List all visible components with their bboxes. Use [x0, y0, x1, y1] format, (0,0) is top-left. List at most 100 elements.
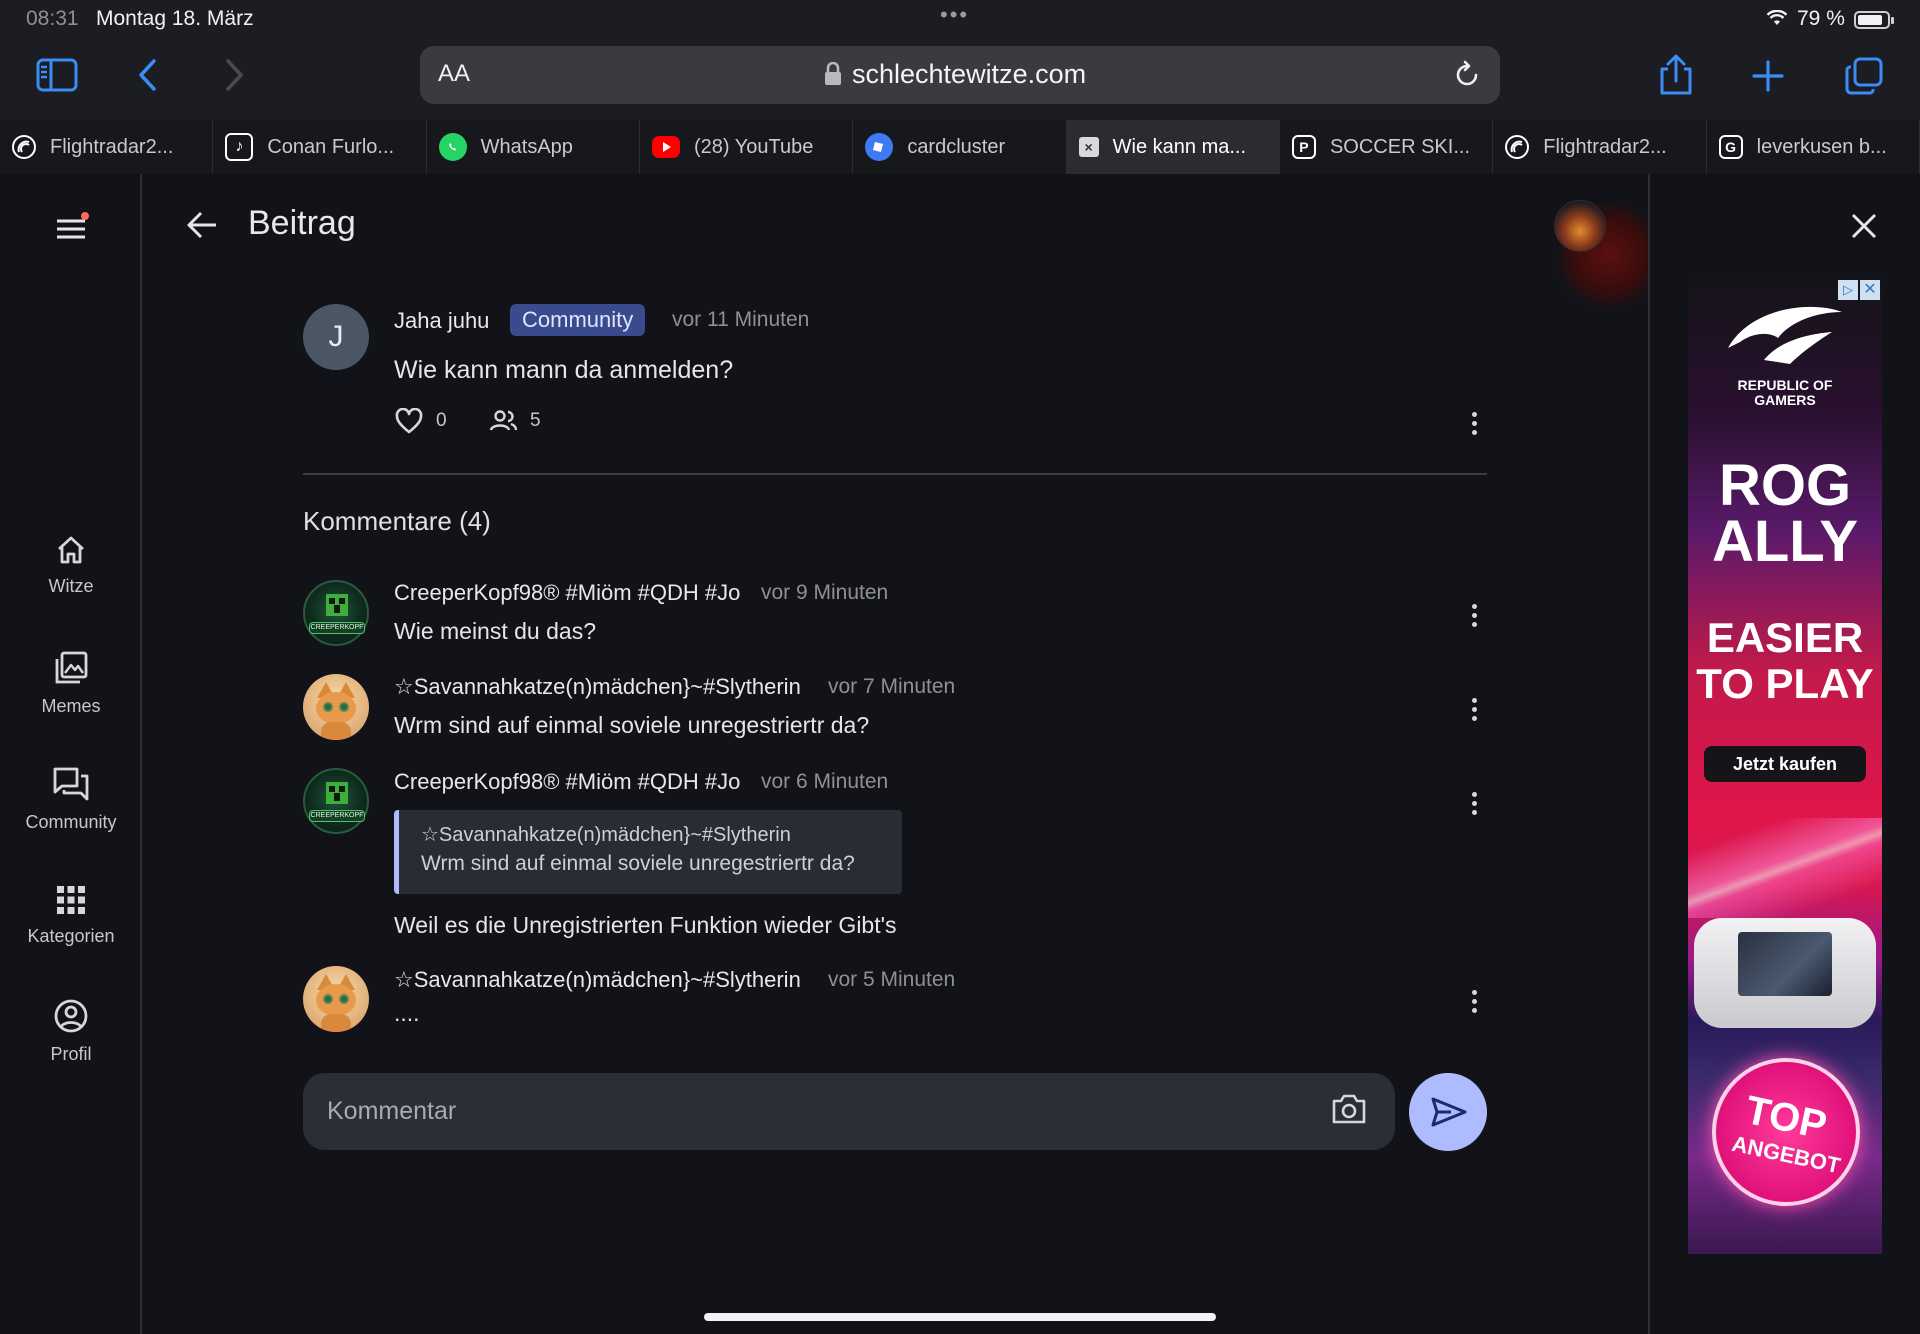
tab-overview-icon[interactable] — [1844, 56, 1884, 96]
main-content: Beitrag J Jaha juhu Community vor 11 Min… — [144, 174, 1664, 1334]
comment-more-icon[interactable] — [1472, 604, 1480, 631]
post-author-avatar[interactable]: J — [303, 304, 369, 370]
reader-settings-button[interactable]: AA — [438, 60, 470, 88]
page-title: Beitrag — [248, 204, 356, 242]
send-button[interactable] — [1409, 1073, 1487, 1151]
nav-label: Profil — [50, 1044, 92, 1064]
menu-button[interactable] — [55, 212, 89, 247]
nav-label: Community — [25, 812, 117, 832]
flightradar-icon — [12, 135, 36, 159]
url-text: schlechtewitze.com — [852, 59, 1087, 89]
comment-author[interactable]: CreeperKopf98® #Miöm #QDH #Jo — [394, 580, 740, 606]
forum-icon — [53, 767, 89, 801]
tab-bar: Flightradar2... ♪ Conan Furlo... WhatsAp… — [0, 120, 1920, 174]
multitasking-dots-icon[interactable]: ••• — [940, 2, 969, 28]
advertisement-banner[interactable]: ▷ ✕ REPUBLIC OF GAMERS ROG ALLY EASIER T… — [1688, 278, 1882, 1254]
tab-leverkusen[interactable]: G leverkusen b... — [1707, 120, 1920, 174]
back-icon[interactable] — [136, 58, 160, 92]
ad-close-icon[interactable]: ✕ — [1860, 280, 1880, 300]
tab-soccer[interactable]: P SOCCER SKI... — [1280, 120, 1494, 174]
sidebar-toggle-icon[interactable] — [36, 58, 78, 92]
status-bar: 08:31 Montag 18. März ••• 79 % — [0, 0, 1920, 40]
forward-icon[interactable] — [222, 58, 246, 92]
nav-item-profil[interactable]: Profil — [0, 998, 142, 1065]
ad-cta-button[interactable]: Jetzt kaufen — [1704, 746, 1866, 782]
whatsapp-icon — [438, 133, 467, 161]
nav-label: Memes — [41, 696, 101, 716]
lock-icon — [825, 62, 841, 85]
comments-heading: Kommentare (4) — [303, 506, 491, 536]
comment-input-container — [303, 1073, 1395, 1150]
google-icon: G — [1718, 135, 1743, 159]
comment-avatar[interactable]: CREEPERKOPF — [303, 580, 369, 646]
reload-icon[interactable] — [1452, 60, 1482, 90]
right-sidebar: ▷ ✕ REPUBLIC OF GAMERS ROG ALLY EASIER T… — [1648, 174, 1920, 1334]
battery-percentage: 79 % — [1797, 7, 1845, 30]
home-indicator[interactable] — [704, 1313, 1216, 1321]
address-bar[interactable]: AA schlechtewitze.com — [420, 46, 1500, 104]
comment-text: .... — [394, 1000, 420, 1026]
post-text: Wie kann mann da anmelden? — [394, 356, 734, 384]
browser-toolbar: AA schlechtewitze.com — [0, 40, 1920, 120]
gallery-icon — [55, 651, 88, 684]
nav-item-kategorien[interactable]: Kategorien — [0, 884, 142, 947]
battery-icon — [1854, 11, 1894, 29]
comment-input[interactable] — [327, 1073, 1307, 1150]
post-time: vor 11 Minuten — [672, 308, 810, 331]
nav-item-community[interactable]: Community — [0, 766, 142, 833]
nav-item-witze[interactable]: Witze — [0, 534, 142, 597]
nav-item-memes[interactable]: Memes — [0, 650, 142, 717]
comment-author[interactable]: CreeperKopf98® #Miöm #QDH #Jo — [394, 769, 740, 795]
comment-time: vor 7 Minuten — [828, 675, 956, 698]
ad-brand-line-1: REPUBLIC OF — [1737, 377, 1833, 393]
camera-icon[interactable] — [1331, 1093, 1367, 1125]
quoted-comment[interactable]: ☆Savannahkatze(n)mädchen}~#Slytherin Wrm… — [394, 810, 902, 894]
comment-author[interactable]: ☆Savannahkatze(n)mädchen}~#Slytherin — [394, 967, 801, 993]
rog-logo-icon — [1728, 306, 1842, 364]
cardcluster-icon — [865, 133, 894, 161]
ad-subline-1: EASIER — [1706, 614, 1864, 661]
comment-avatar[interactable]: CREEPERKOPF — [303, 768, 369, 834]
tab-tiktok[interactable]: ♪ Conan Furlo... — [213, 120, 427, 174]
ad-offer-badge: TOP ANGEBOT — [1712, 1058, 1860, 1206]
tab-youtube[interactable]: (28) YouTube — [640, 120, 854, 174]
comment-avatar[interactable] — [303, 966, 369, 1032]
comment-time: vor 9 Minuten — [761, 581, 889, 604]
status-date: Montag 18. März — [96, 7, 254, 30]
tab-label: Wie kann ma... — [1112, 135, 1247, 158]
tab-label: Conan Furlo... — [267, 135, 395, 158]
heart-icon[interactable] — [395, 408, 423, 434]
comment-avatar[interactable] — [303, 674, 369, 740]
share-icon[interactable] — [1658, 54, 1694, 96]
adchoices-icon[interactable]: ▷ — [1838, 280, 1858, 300]
tab-flightradar-2[interactable]: Flightradar2... — [1493, 120, 1707, 174]
ad-headline-1: ROG — [1718, 453, 1852, 518]
comment-more-icon[interactable] — [1472, 990, 1480, 1017]
comment-time: vor 5 Minuten — [828, 968, 956, 991]
divider — [303, 473, 1487, 475]
tab-flightradar[interactable]: Flightradar2... — [0, 120, 214, 174]
comment-more-icon[interactable] — [1472, 792, 1480, 819]
likes-count: 0 — [436, 410, 447, 431]
tab-active-post[interactable]: × Wie kann ma... — [1066, 120, 1280, 174]
tab-label: Flightradar2... — [50, 135, 174, 158]
close-icon[interactable] — [1850, 212, 1878, 240]
quote-author: ☆Savannahkatze(n)mädchen}~#Slytherin — [421, 824, 791, 846]
tab-whatsapp[interactable]: WhatsApp — [427, 120, 640, 174]
left-navigation: Witze Memes Community Kategorien Profil — [0, 174, 142, 1334]
hamburger-menu-icon — [57, 212, 89, 239]
send-icon — [1431, 1097, 1467, 1127]
post-author-name[interactable]: Jaha juhu — [394, 308, 489, 334]
user-avatar[interactable] — [1554, 200, 1606, 252]
nav-label: Witze — [48, 576, 94, 596]
tab-cardcluster[interactable]: cardcluster — [853, 120, 1067, 174]
quote-text: Wrm sind auf einmal soviele unregestrier… — [421, 852, 855, 875]
ad-subline-2: TO PLAY — [1696, 660, 1874, 707]
post-more-icon[interactable] — [1472, 412, 1480, 439]
new-tab-icon[interactable] — [1752, 60, 1784, 92]
comment-more-icon[interactable] — [1472, 698, 1480, 725]
home-icon — [58, 536, 84, 564]
back-arrow-icon[interactable] — [186, 210, 218, 240]
community-badge[interactable]: Community — [510, 304, 646, 336]
comment-author[interactable]: ☆Savannahkatze(n)mädchen}~#Slytherin — [394, 674, 801, 700]
